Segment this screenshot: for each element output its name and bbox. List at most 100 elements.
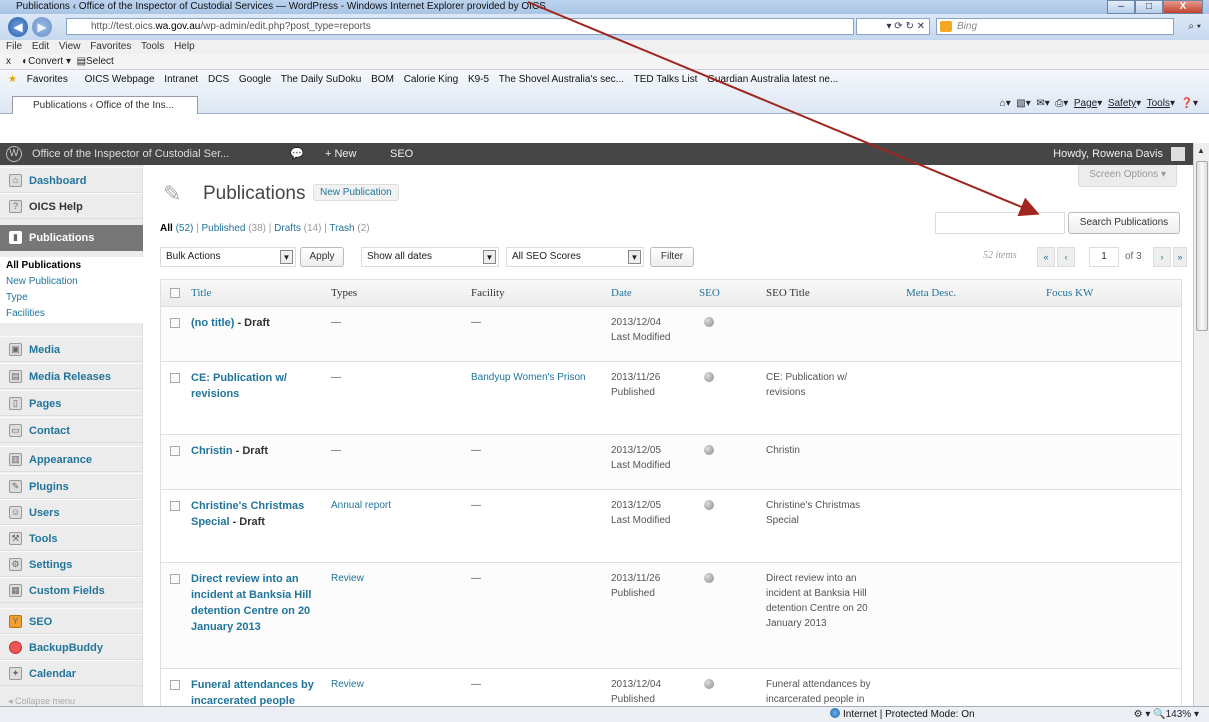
new-content-button[interactable]: + New [325, 143, 357, 165]
dates-select[interactable]: Show all dates ▼ [361, 247, 499, 267]
sidebar-item-appearance[interactable]: ▥ Appearance [0, 446, 143, 472]
fav-dcs[interactable]: DCS [208, 74, 229, 85]
filter-trash[interactable]: Trash (2) [329, 223, 369, 234]
filter-published[interactable]: Published (38) [202, 223, 267, 234]
sidebar-item-media-releases[interactable]: ▤ Media Releases [0, 363, 143, 389]
filter-drafts[interactable]: Drafts (14) [274, 223, 321, 234]
row-checkbox[interactable] [170, 680, 180, 690]
submenu-facilities[interactable]: Facilities [6, 308, 45, 319]
next-page-button[interactable]: › [1153, 247, 1171, 267]
submenu-type[interactable]: Type [6, 292, 28, 303]
apply-button[interactable]: Apply [300, 247, 344, 267]
fav-guardian[interactable]: Guardian Australia latest ne... [707, 74, 838, 85]
sidebar-item-oics-help[interactable]: ? OICS Help [0, 193, 143, 219]
menu-help[interactable]: Help [174, 41, 195, 52]
submenu-all-publications[interactable]: All Publications [6, 260, 81, 271]
row-checkbox[interactable] [170, 574, 180, 584]
feeds-icon[interactable]: ▧▾ [1016, 98, 1030, 109]
fav-k9-5[interactable]: K9-5 [468, 74, 489, 85]
fav-oics-webpage[interactable]: OICS Webpage [85, 74, 155, 85]
screen-options-button[interactable]: Screen Options ▾ [1078, 165, 1177, 187]
menu-file[interactable]: File [6, 41, 22, 52]
submenu-new-publication[interactable]: New Publication [6, 276, 78, 287]
row-checkbox[interactable] [170, 501, 180, 511]
menu-tools[interactable]: Tools [141, 41, 164, 52]
row-checkbox[interactable] [170, 318, 180, 328]
fav-ted-talks[interactable]: TED Talks List [634, 74, 698, 85]
scroll-up-icon[interactable]: ▲ [1197, 146, 1205, 155]
sidebar-item-media[interactable]: ▣ Media [0, 336, 143, 362]
row-title[interactable]: (no title) - Draft [191, 315, 313, 331]
row-title[interactable]: Christin - Draft [191, 443, 313, 459]
sidebar-item-pages[interactable]: ▯ Pages [0, 390, 143, 416]
select-button[interactable]: ▤Select [77, 56, 114, 67]
refresh-stop-buttons[interactable]: ▾ ⟳ ↻ ✕ [856, 18, 930, 35]
col-seo[interactable]: SEO [699, 287, 720, 299]
row-title[interactable]: CE: Publication w/ revisions [191, 370, 313, 402]
safety-menu[interactable]: Safety [1108, 98, 1136, 109]
row-checkbox[interactable] [170, 446, 180, 456]
user-greeting[interactable]: Howdy, Rowena Davis [1053, 143, 1163, 165]
col-title[interactable]: Title [191, 287, 211, 299]
sidebar-item-contact[interactable]: ▭ Contact [0, 417, 143, 443]
row-type[interactable]: Review [331, 571, 364, 586]
forward-button[interactable]: ▶ [32, 17, 52, 37]
row-title[interactable]: Funeral attendances by incarcerated peop… [191, 677, 323, 709]
zoom-level[interactable]: ⚙ ▾ 🔍143% ▾ [1134, 707, 1199, 722]
search-publications-button[interactable]: Search Publications [1068, 212, 1180, 234]
sidebar-item-settings[interactable]: ⚙ Settings [0, 551, 143, 577]
row-facility[interactable]: Bandyup Women's Prison [471, 370, 586, 385]
filter-all[interactable]: All (52) [160, 223, 193, 234]
site-name-link[interactable]: Office of the Inspector of Custodial Ser… [32, 143, 229, 165]
sidebar-item-plugins[interactable]: ✎ Plugins [0, 473, 143, 499]
close-window-button[interactable]: X [1163, 0, 1203, 14]
sidebar-item-seo[interactable]: Y SEO [0, 608, 143, 634]
back-button[interactable]: ◀ [8, 17, 28, 37]
sidebar-item-tools[interactable]: ⚒ Tools [0, 525, 143, 551]
close-toolbar-icon[interactable]: x [6, 56, 11, 67]
seo-scores-select[interactable]: All SEO Scores ▼ [506, 247, 644, 267]
sidebar-item-custom-fields[interactable]: ▦ Custom Fields [0, 577, 143, 603]
home-icon[interactable]: ⌂▾ [1000, 98, 1011, 109]
page-menu[interactable]: Page [1074, 98, 1097, 109]
prev-page-button[interactable]: ‹ [1057, 247, 1075, 267]
fav-google[interactable]: Google [239, 74, 271, 85]
scroll-thumb[interactable] [1196, 161, 1208, 331]
col-meta-desc[interactable]: Meta Desc. [906, 287, 956, 299]
menu-favorites[interactable]: Favorites [90, 41, 131, 52]
browser-tab[interactable]: Publications ‹ Office of the Ins... [12, 96, 198, 114]
sidebar-item-dashboard[interactable]: ⌂ Dashboard [0, 167, 143, 193]
fav-intranet[interactable]: Intranet [164, 74, 198, 85]
sidebar-item-users[interactable]: ☺ Users [0, 499, 143, 525]
row-title[interactable]: Direct review into an incident at Banksi… [191, 571, 323, 635]
last-page-button[interactable]: » [1173, 247, 1187, 267]
search-engine-input[interactable]: Bing [936, 18, 1174, 35]
search-icon[interactable]: ⌕ ▾ [1188, 21, 1201, 32]
first-page-button[interactable]: « [1037, 247, 1055, 267]
sidebar-item-calendar[interactable]: ✦ Calendar [0, 660, 143, 686]
fav-the-shovel[interactable]: The Shovel Australia's sec... [499, 74, 624, 85]
avatar[interactable] [1171, 147, 1185, 161]
bulk-actions-select[interactable]: Bulk Actions ▼ [160, 247, 296, 267]
tools-menu[interactable]: Tools [1147, 98, 1170, 109]
row-type[interactable]: Annual report [331, 498, 391, 513]
row-title[interactable]: Christine's Christmas Special - Draft [191, 498, 313, 530]
favorites-button[interactable]: ★ Favorites [8, 74, 75, 85]
address-input[interactable]: http://test.oics.wa.gov.au/wp-admin/edit… [66, 18, 854, 35]
col-date[interactable]: Date [611, 287, 632, 299]
fav-daily-sudoku[interactable]: The Daily SuDoku [281, 74, 362, 85]
fav-bom[interactable]: BOM [371, 74, 394, 85]
maximize-button[interactable]: □ [1135, 0, 1163, 14]
seo-menu[interactable]: SEO [390, 143, 413, 165]
menu-view[interactable]: View [59, 41, 81, 52]
current-page-input[interactable]: 1 [1089, 247, 1119, 267]
row-type[interactable]: Review [331, 677, 364, 692]
print-icon[interactable]: ⎙▾ [1055, 98, 1068, 109]
mail-icon[interactable]: ✉▾ [1036, 98, 1049, 109]
minimize-button[interactable]: – [1107, 0, 1135, 14]
col-focus-kw[interactable]: Focus KW [1046, 287, 1093, 299]
sidebar-item-backupbuddy[interactable]: BackupBuddy [0, 634, 143, 660]
convert-button[interactable]: ◐Convert ▾ [22, 56, 71, 67]
add-new-publication-button[interactable]: New Publication [313, 184, 399, 201]
sidebar-item-publications[interactable]: ▮ Publications [0, 225, 143, 251]
